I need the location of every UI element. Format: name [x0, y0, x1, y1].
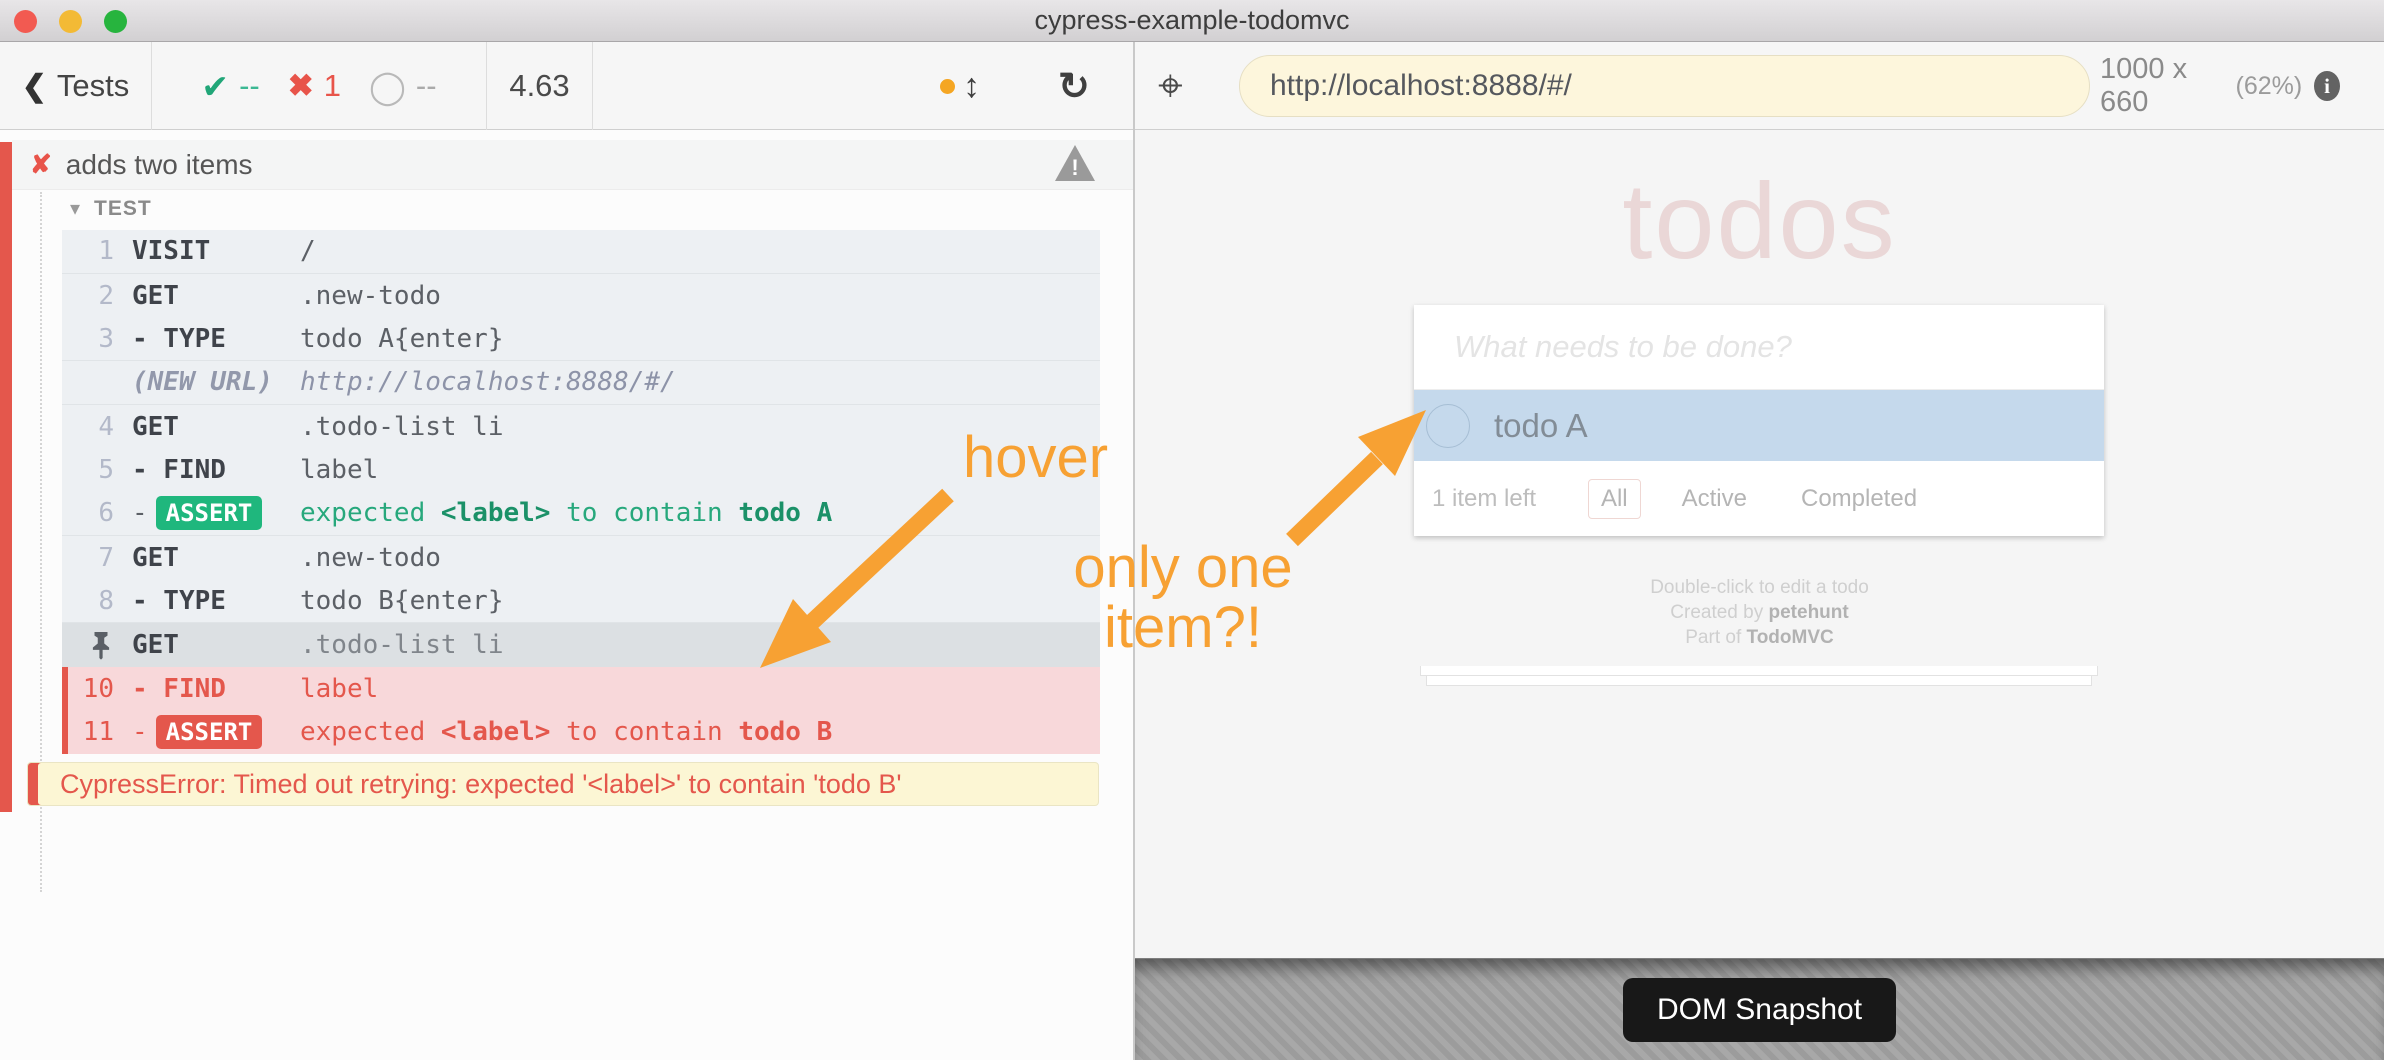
- stat-pending: ◯ --: [369, 67, 437, 106]
- failed-count: 1: [324, 68, 341, 104]
- info-icon[interactable]: i: [2314, 71, 2340, 101]
- petehunt-link[interactable]: petehunt: [1769, 602, 1849, 623]
- refresh-icon[interactable]: ↻: [1058, 42, 1090, 130]
- viewport-info: 1000 x 660 (62%) i: [2100, 42, 2340, 130]
- annotation-hover: hover: [963, 428, 1108, 488]
- test-header[interactable]: ✘ adds two items !: [12, 140, 1133, 190]
- toolbar: ❮ Tests ✔ -- ✖ 1 ◯ -- 4.63 ↕ ↻ ⌖: [0, 42, 2384, 130]
- command-row-get-pinned[interactable]: GET .todo-list li: [62, 623, 1100, 667]
- failed-test-indicator: [0, 142, 12, 812]
- test-duration: 4.63: [487, 42, 593, 130]
- stat-failed: ✖ 1: [288, 68, 341, 104]
- error-message: CypressError: Timed out retrying: expect…: [60, 769, 902, 800]
- todo-toggle-icon[interactable]: [1426, 404, 1470, 448]
- footer-partof: Part of TodoMVC: [1135, 625, 2384, 650]
- command-row-find-failed[interactable]: 10 - FIND label: [62, 667, 1100, 711]
- todoapp-footer: 1 item left All Active Completed: [1414, 461, 2104, 536]
- annotation-only-one-item: only one item?!: [1058, 538, 1308, 658]
- filter-all[interactable]: All: [1588, 479, 1641, 519]
- new-todo-input[interactable]: [1454, 329, 2054, 365]
- command-row-get[interactable]: 4 GET .todo-list li: [62, 405, 1100, 449]
- warning-icon[interactable]: !: [1055, 145, 1095, 185]
- command-row-assert-failed[interactable]: 11 -ASSERT expected <label> to contain t…: [62, 711, 1100, 755]
- command-row-assert-pass[interactable]: 6 -ASSERT expected <label> to contain to…: [62, 492, 1100, 536]
- dom-snapshot-badge: DOM Snapshot: [1623, 978, 1896, 1042]
- filter-completed[interactable]: Completed: [1788, 479, 1930, 519]
- command-row-find[interactable]: 5 - FIND label: [62, 448, 1100, 492]
- error-message-box[interactable]: CypressError: Timed out retrying: expect…: [27, 762, 1099, 806]
- stacked-sheet-shadow: [1420, 666, 2098, 676]
- items-left-count: 1 item left: [1432, 485, 1536, 513]
- passed-count: --: [239, 68, 260, 104]
- app-page-footer: Double-click to edit a todo Created by p…: [1135, 575, 2384, 650]
- command-row-new-url[interactable]: (NEW URL) http://localhost:8888/#/: [62, 361, 1100, 405]
- command-log: 1 VISIT / 2 GET .new-todo 3 - TYPE todo …: [62, 230, 1100, 754]
- scroll-arrows-icon: ↕: [963, 67, 980, 106]
- check-icon: ✔: [201, 67, 229, 106]
- viewport-size: 1000 x 660: [2100, 53, 2224, 119]
- window-title: cypress-example-todomvc: [0, 5, 2384, 36]
- app-window: cypress-example-todomvc ❮ Tests ✔ -- ✖ 1…: [0, 0, 2384, 1060]
- url-input[interactable]: [1270, 69, 2059, 103]
- x-icon: ✖: [288, 68, 314, 104]
- test-section-label: TEST: [94, 197, 152, 221]
- caret-down-icon: ▾: [70, 196, 80, 221]
- todoapp-card: todo A 1 item left All Active Completed: [1414, 305, 2104, 536]
- command-row-get[interactable]: 7 GET .new-todo: [62, 536, 1100, 580]
- stat-passed: ✔ --: [201, 67, 259, 106]
- viewport-scale: (62%): [2236, 72, 2303, 101]
- command-row-type[interactable]: 8 - TYPE todo B{enter}: [62, 580, 1100, 624]
- footer-hint: Double-click to edit a todo: [1135, 575, 2384, 600]
- selector-playground-icon[interactable]: ⌖: [1158, 42, 1183, 130]
- app-preview: todos todo A 1 item left All Active Comp…: [1135, 130, 2384, 958]
- todos-heading: todos: [1135, 158, 2384, 283]
- back-to-tests-button[interactable]: ❮ Tests: [0, 42, 152, 130]
- pin-icon: [62, 630, 114, 660]
- window-titlebar: cypress-example-todomvc: [0, 0, 2384, 42]
- assert-badge-fail: ASSERT: [156, 715, 263, 749]
- new-todo-row: [1414, 305, 2104, 390]
- test-stats: ✔ -- ✖ 1 ◯ --: [152, 42, 487, 130]
- stacked-sheet-shadow: [1426, 676, 2092, 686]
- minimize-window-icon[interactable]: [59, 10, 82, 33]
- todomvc-link[interactable]: TodoMVC: [1747, 627, 1834, 648]
- circle-icon: ◯: [369, 67, 406, 106]
- test-fail-icon: ✘: [30, 149, 52, 180]
- test-section-header[interactable]: ▾ TEST: [70, 196, 152, 221]
- url-bar[interactable]: [1239, 55, 2090, 117]
- chevron-left-icon: ❮: [22, 69, 47, 104]
- command-row-visit[interactable]: 1 VISIT /: [62, 230, 1100, 274]
- close-window-icon[interactable]: [14, 10, 37, 33]
- pending-count: --: [416, 68, 437, 104]
- auto-scroll-toggle[interactable]: ↕: [940, 42, 980, 130]
- assert-badge-pass: ASSERT: [156, 496, 263, 530]
- auto-scroll-dot-icon: [940, 79, 955, 94]
- todo-label: todo A: [1494, 407, 1588, 445]
- command-row-get[interactable]: 2 GET .new-todo: [62, 274, 1100, 318]
- command-row-type[interactable]: 3 - TYPE todo A{enter}: [62, 317, 1100, 361]
- footer-credit: Created by petehunt: [1135, 600, 2384, 625]
- test-title: adds two items: [66, 149, 253, 181]
- filter-active[interactable]: Active: [1669, 479, 1760, 519]
- back-to-tests-label: Tests: [57, 68, 129, 104]
- zoom-window-icon[interactable]: [104, 10, 127, 33]
- reporter-panel: ✘ adds two items ! ▾ TEST 1 VISIT / 2 GE…: [0, 130, 1133, 1060]
- snapshot-band: DOM Snapshot: [1135, 958, 2384, 1060]
- todo-item-selected[interactable]: todo A: [1414, 390, 2104, 461]
